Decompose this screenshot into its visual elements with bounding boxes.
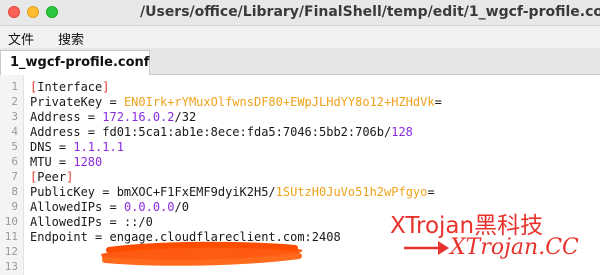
redaction-scribble [101, 241, 303, 266]
code-token: bmXOC+F1FxEMF9dyiK2H5/ [116, 185, 276, 199]
tab-label: 1_wgcf-profile.conf [10, 55, 150, 70]
code-token: AllowedIPs [30, 200, 110, 214]
line-number: 6 [11, 155, 18, 168]
code-token: Address [30, 125, 88, 139]
menu-search[interactable]: 搜索 [58, 29, 84, 48]
line-number: 4 [11, 125, 18, 138]
code-token: = [87, 110, 103, 124]
code-token: 1SUtzH0JuVo51h2wPfgyo [275, 185, 428, 199]
code-token: PrivateKey [30, 95, 110, 109]
code-token: /0 [174, 200, 189, 214]
code-token: ] [102, 80, 110, 94]
line-number: 3 [11, 110, 18, 123]
menu-file[interactable]: 文件 [8, 29, 34, 48]
line-number: 11 [4, 230, 18, 243]
code-token: DNS [30, 140, 59, 154]
code-token: 128 [391, 125, 413, 139]
code-token: 1.1.1.1 [73, 140, 124, 154]
code-token: MTU [30, 155, 59, 169]
menu-bar: 文件 搜索 [0, 26, 600, 48]
line-number: 5 [11, 140, 18, 153]
line-number: 10 [4, 215, 18, 228]
line-number: 1 [11, 80, 18, 93]
code-line: DNS = 1.1.1.1 [30, 139, 124, 155]
code-token: Address [30, 110, 88, 124]
code-line: [Peer] [30, 169, 73, 185]
code-token: EN0Irk+rYMuxOlfwnsDF80+EWpJLHdYY8o12+HZH… [123, 95, 435, 109]
code-token: AllowedIPs [30, 215, 110, 229]
close-window-button[interactable] [8, 6, 20, 18]
line-number: 7 [11, 170, 18, 183]
code-line: AllowedIPs = ::/0 [30, 214, 153, 230]
code-token: Endpoint [30, 230, 96, 244]
code-line: Address = 172.16.0.2/32 [30, 109, 196, 125]
code-token: = [58, 155, 74, 169]
code-token: fd01:5ca1:ab1e:8ece:fda5:7046:5bb2:706b/ [102, 125, 392, 139]
code-token: Interface [37, 80, 103, 94]
code-token: = [434, 95, 442, 109]
line-number-gutter: 1 2 3 4 5 6 7 8 9 10 11 12 13 [0, 75, 24, 275]
code-token: 0.0.0.0 [123, 200, 175, 214]
code-token: = [102, 185, 117, 199]
code-token: = [109, 95, 124, 109]
code-token: 1280 [73, 155, 103, 169]
line-number: 13 [4, 260, 18, 273]
window-controls [8, 6, 58, 18]
code-line: Address = fd01:5ca1:ab1e:8ece:fda5:7046:… [30, 124, 413, 140]
code-token: 172.16.0.2 [102, 110, 175, 124]
watermark-url: XTrojan.CC [450, 235, 579, 260]
tab-wgcf-profile[interactable]: 1_wgcf-profile.conf [0, 50, 150, 75]
code-line: AllowedIPs = 0.0.0.0/0 [30, 199, 189, 215]
tab-bar: 1_wgcf-profile.conf [0, 48, 600, 75]
code-line: PrivateKey = EN0Irk+rYMuxOlfwnsDF80+EWpJ… [30, 94, 442, 110]
line-number: 8 [11, 185, 18, 198]
window-title: /Users/office/Library/FinalShell/temp/ed… [140, 4, 600, 20]
code-token: = [109, 200, 124, 214]
code-token: = [58, 140, 74, 154]
code-token: /32 [174, 110, 197, 124]
line-number: 2 [11, 95, 18, 108]
line-number: 9 [11, 200, 18, 213]
code-line: MTU = 1280 [30, 154, 102, 170]
code-token: ::/0 [123, 215, 153, 229]
code-token: = [87, 125, 103, 139]
code-token: ] [66, 170, 74, 184]
code-token: = [427, 185, 435, 199]
code-token: PublicKey [30, 185, 103, 199]
line-number: 12 [4, 245, 18, 258]
title-bar: /Users/office/Library/FinalShell/temp/ed… [0, 0, 600, 26]
minimize-window-button[interactable] [27, 6, 39, 18]
code-line: [Interface] [30, 79, 110, 95]
maximize-window-button[interactable] [46, 6, 58, 18]
code-line: PublicKey = bmXOC+F1FxEMF9dyiK2H5/1SUtzH… [30, 184, 435, 200]
code-token: Peer [37, 170, 67, 184]
code-token: = [109, 215, 124, 229]
watermark-arrow-icon [404, 241, 449, 255]
